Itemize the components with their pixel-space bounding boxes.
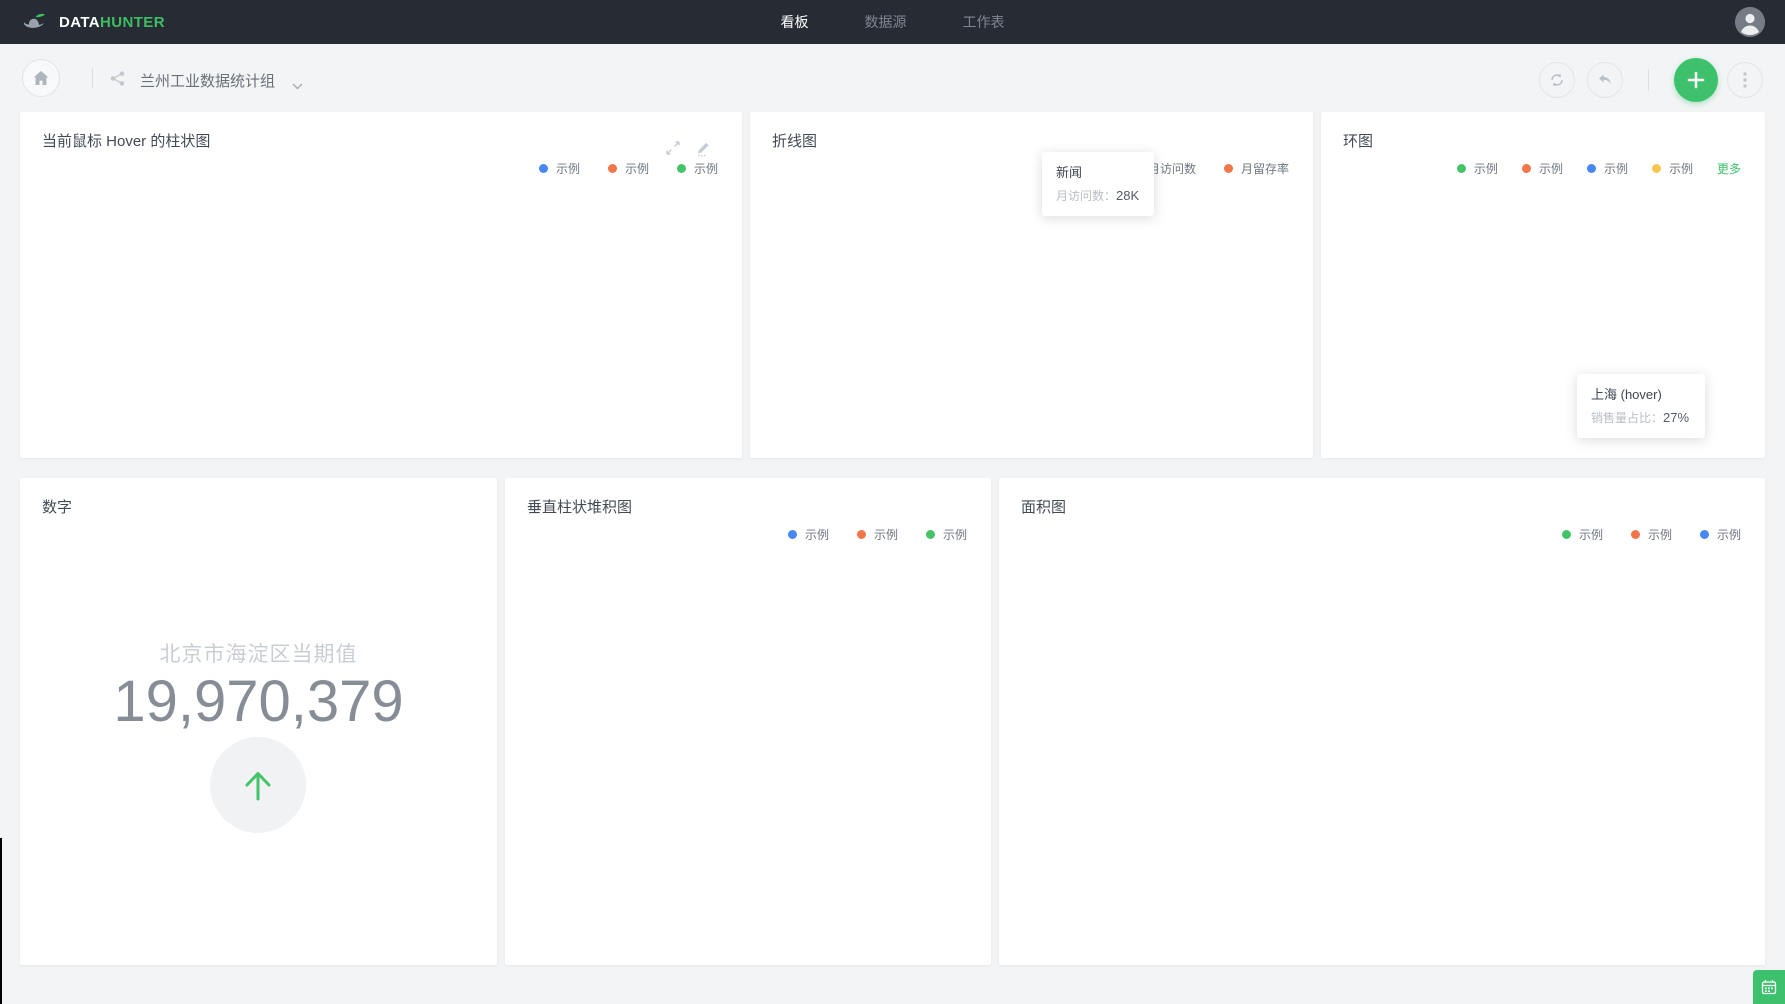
datahunter-logo-icon: [20, 8, 50, 37]
calendar-button[interactable]: [1753, 970, 1785, 1004]
area-chart: [999, 478, 1765, 965]
card-number: 数字 北京市海淀区当期值 19,970,379: [20, 478, 497, 965]
more-options-button[interactable]: [1727, 62, 1763, 98]
chart-tooltip: 新闻 月访问数：28K: [1042, 152, 1154, 216]
breadcrumb-group-name[interactable]: 兰州工业数据统计组: [140, 70, 275, 91]
home-icon: [32, 70, 50, 86]
top-nav: DATAHUNTER 看板 数据源 工作表: [0, 0, 1785, 44]
chart-tooltip: 上海 (hover) 销售量占比：27%: [1577, 374, 1705, 438]
user-avatar[interactable]: [1735, 7, 1765, 37]
line-chart: [750, 112, 1313, 458]
arrow-up-icon: [234, 761, 282, 809]
screen-edge-strip: [0, 838, 2, 1004]
tab-dashboards[interactable]: 看板: [781, 12, 809, 32]
home-button[interactable]: [22, 59, 60, 97]
undo-button[interactable]: [1587, 62, 1623, 98]
bar-chart: [20, 112, 742, 458]
card-hover-bar-chart: 当前鼠标 Hover 的柱状图 05K10K15K20K25K30K娱乐游戏音乐…: [20, 112, 742, 458]
card-area-chart: 面积图 05K10K15K20K25K30K北京天津上海江苏广州浙江重庆安徽黑龙…: [999, 478, 1765, 965]
add-chart-button[interactable]: [1674, 58, 1718, 102]
card-stacked-bar-chart: 垂直柱状堆积图 05K10K15K20K25K30K北京天津上海江苏广州浙江重庆…: [505, 478, 991, 965]
card-title: 数字: [42, 496, 72, 517]
card-donut-chart: 环图 示例示例示例示例更多 上海 (hover) 销售量占比：27%: [1321, 112, 1765, 458]
toolbar-divider: [1648, 69, 1649, 91]
brand-name: DATAHUNTER: [59, 14, 165, 31]
kebab-icon: [1742, 71, 1748, 89]
tab-datasources[interactable]: 数据源: [865, 12, 907, 32]
number-value: 19,970,379: [20, 668, 497, 735]
chevron-down-icon[interactable]: [292, 77, 303, 95]
refresh-icon: [1548, 71, 1566, 89]
trend-up-indicator: [210, 737, 306, 833]
dashboard-app: DATAHUNTER 看板 数据源 工作表 兰州工业数据统计组: [0, 0, 1785, 1004]
refresh-button[interactable]: [1539, 62, 1575, 98]
undo-icon: [1596, 72, 1614, 88]
brand-logo[interactable]: DATAHUNTER: [20, 0, 165, 44]
card-line-chart: 折线图 05K10K15K20K25K30K娱乐游戏音乐医疗新闻体育购物社交月访…: [750, 112, 1313, 458]
share-icon[interactable]: [110, 71, 125, 91]
number-label: 北京市海淀区当期值: [20, 638, 497, 668]
plus-icon: [1685, 69, 1707, 91]
calendar-icon: [1760, 978, 1778, 996]
breadcrumb-divider: [92, 68, 93, 88]
nav-tabs: 看板 数据源 工作表: [781, 0, 1005, 44]
stacked-bar-chart: [505, 478, 991, 965]
tab-worksheets[interactable]: 工作表: [963, 12, 1005, 32]
